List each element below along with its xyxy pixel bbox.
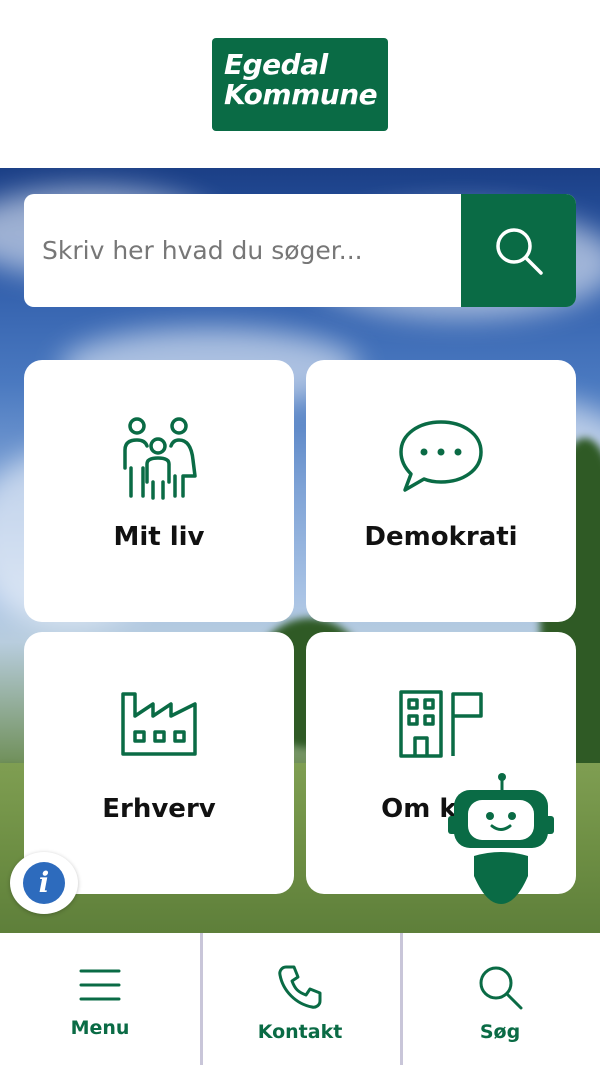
speech-bubble-icon: [399, 420, 483, 492]
chatbot-robot-icon[interactable]: [446, 772, 556, 904]
bottom-navigation: Menu Kontakt Søg: [0, 933, 600, 1065]
info-icon: i: [23, 862, 65, 904]
tile-label: Demokrati: [364, 522, 518, 552]
tile-erhverv[interactable]: Erhverv: [24, 632, 294, 894]
info-button[interactable]: i: [10, 852, 78, 914]
nav-item-menu[interactable]: Menu: [0, 933, 200, 1065]
family-icon: [123, 417, 197, 500]
building-flag-icon: [399, 690, 483, 758]
search-icon: [495, 227, 543, 275]
hamburger-menu-icon: [79, 969, 121, 1001]
nav-label: Søg: [479, 1021, 521, 1043]
logo-line-1: Egedal: [224, 48, 328, 81]
phone-icon: [278, 965, 322, 1009]
tile-mit-liv[interactable]: Mit liv: [24, 360, 294, 622]
search-bar: [24, 194, 576, 307]
nav-label: Menu: [70, 1017, 130, 1039]
egedal-kommune-logo[interactable]: Egedal Kommune: [212, 38, 388, 131]
search-button[interactable]: [461, 194, 576, 307]
logo-line-2: Kommune: [224, 78, 378, 111]
factory-icon: [121, 692, 197, 756]
tile-demokrati[interactable]: Demokrati: [306, 360, 576, 622]
nav-label: Kontakt: [257, 1021, 343, 1043]
tile-label: Erhverv: [102, 794, 216, 824]
nav-item-sog[interactable]: Søg: [400, 933, 600, 1065]
header: Egedal Kommune: [0, 0, 600, 168]
tile-label: Mit liv: [113, 522, 205, 552]
search-input[interactable]: [24, 194, 461, 307]
search-icon: [479, 966, 523, 1010]
nav-item-kontakt[interactable]: Kontakt: [200, 933, 400, 1065]
